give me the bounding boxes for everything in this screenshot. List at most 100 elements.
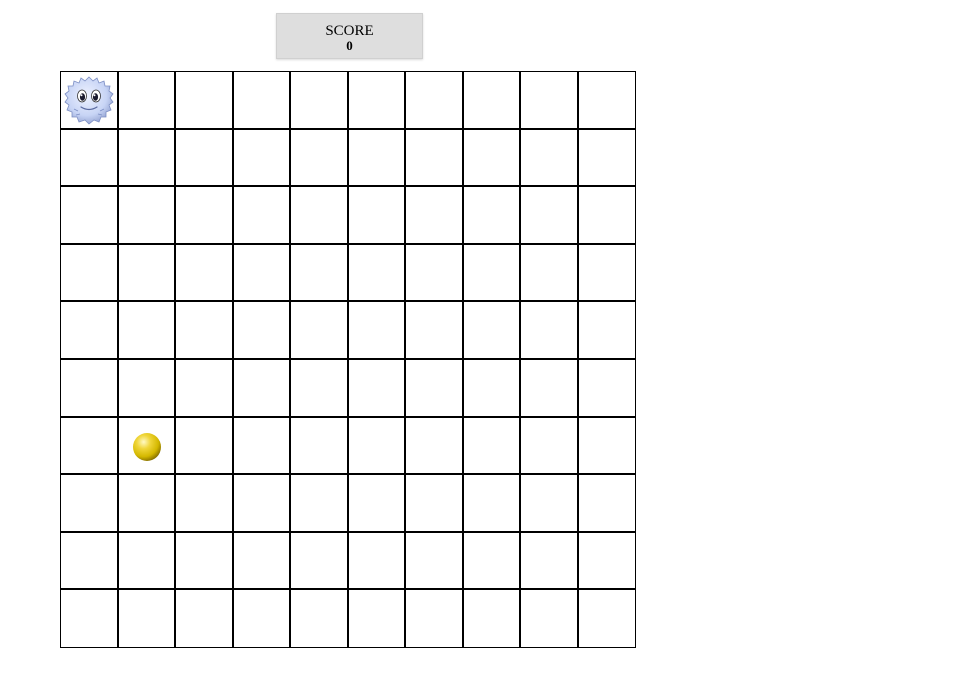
board-cell[interactable] — [578, 475, 636, 533]
board-cell[interactable] — [176, 359, 234, 418]
board-cell[interactable] — [521, 359, 579, 418]
board-cell[interactable] — [521, 417, 579, 476]
board-cell[interactable] — [233, 590, 291, 648]
board-cell[interactable] — [463, 244, 521, 303]
board-cell[interactable] — [176, 72, 234, 130]
board-cell[interactable] — [406, 417, 464, 476]
board-cell[interactable] — [406, 475, 464, 533]
board-cell[interactable] — [578, 129, 636, 188]
board-cell[interactable] — [233, 129, 291, 188]
board-cell[interactable] — [176, 244, 234, 303]
board-cell[interactable] — [348, 590, 406, 648]
board-cell[interactable] — [348, 187, 406, 245]
board-cell[interactable] — [61, 72, 119, 130]
board-cell[interactable] — [233, 359, 291, 418]
board-cell[interactable] — [348, 302, 406, 360]
board-cell[interactable] — [118, 244, 176, 303]
board-cell[interactable] — [348, 129, 406, 188]
board-cell[interactable] — [463, 590, 521, 648]
board-cell[interactable] — [463, 129, 521, 188]
board-cell[interactable] — [463, 72, 521, 130]
board-cell[interactable] — [406, 187, 464, 245]
board-cell[interactable] — [176, 532, 234, 591]
board-cell[interactable] — [463, 359, 521, 418]
board-cell[interactable] — [406, 244, 464, 303]
board-cell[interactable] — [291, 129, 349, 188]
board-cell[interactable] — [348, 244, 406, 303]
board-cell[interactable] — [291, 532, 349, 591]
board-cell[interactable] — [176, 475, 234, 533]
board-cell[interactable] — [406, 359, 464, 418]
board-cell[interactable] — [463, 302, 521, 360]
board-cell[interactable] — [406, 532, 464, 591]
board-cell[interactable] — [406, 302, 464, 360]
board-cell[interactable] — [521, 475, 579, 533]
board-cell[interactable] — [348, 532, 406, 591]
board-cell[interactable] — [291, 475, 349, 533]
board-cell[interactable] — [61, 302, 119, 360]
board-cell[interactable] — [578, 417, 636, 476]
board-cell[interactable] — [348, 475, 406, 533]
board-cell[interactable] — [176, 417, 234, 476]
board-cell[interactable] — [61, 417, 119, 476]
board-cell[interactable] — [348, 72, 406, 130]
board-cell[interactable] — [176, 590, 234, 648]
board-cell[interactable] — [578, 302, 636, 360]
board-cell[interactable] — [61, 475, 119, 533]
board-cell[interactable] — [291, 187, 349, 245]
board-cell[interactable] — [118, 417, 176, 476]
board-cell[interactable] — [233, 532, 291, 591]
board-cell[interactable] — [521, 129, 579, 188]
board-cell[interactable] — [348, 359, 406, 418]
board-cell[interactable] — [463, 475, 521, 533]
board-cell[interactable] — [61, 590, 119, 648]
board-cell[interactable] — [176, 187, 234, 245]
board-cell[interactable] — [118, 359, 176, 418]
board-cell[interactable] — [463, 187, 521, 245]
board-cell[interactable] — [578, 72, 636, 130]
board-cell[interactable] — [463, 532, 521, 591]
board-cell[interactable] — [291, 302, 349, 360]
board-cell[interactable] — [348, 417, 406, 476]
board-cell[interactable] — [521, 187, 579, 245]
board-cell[interactable] — [463, 417, 521, 476]
board-cell[interactable] — [61, 244, 119, 303]
board-cell[interactable] — [233, 187, 291, 245]
board-cell[interactable] — [521, 302, 579, 360]
board-cell[interactable] — [406, 129, 464, 188]
board-cell[interactable] — [291, 359, 349, 418]
board-cell[interactable] — [291, 417, 349, 476]
game-board[interactable] — [60, 71, 636, 648]
board-cell[interactable] — [118, 187, 176, 245]
board-cell[interactable] — [118, 72, 176, 130]
board-cell[interactable] — [61, 129, 119, 188]
board-cell[interactable] — [578, 359, 636, 418]
board-cell[interactable] — [406, 72, 464, 130]
board-cell[interactable] — [291, 244, 349, 303]
board-cell[interactable] — [521, 244, 579, 303]
board-cell[interactable] — [176, 129, 234, 188]
board-cell[interactable] — [118, 129, 176, 188]
board-cell[interactable] — [118, 590, 176, 648]
board-cell[interactable] — [61, 187, 119, 245]
board-cell[interactable] — [61, 359, 119, 418]
board-cell[interactable] — [118, 475, 176, 533]
board-cell[interactable] — [521, 590, 579, 648]
board-cell[interactable] — [291, 590, 349, 648]
board-cell[interactable] — [521, 72, 579, 130]
board-cell[interactable] — [118, 532, 176, 591]
board-cell[interactable] — [578, 187, 636, 245]
board-cell[interactable] — [233, 72, 291, 130]
board-cell[interactable] — [176, 302, 234, 360]
board-cell[interactable] — [291, 72, 349, 130]
board-cell[interactable] — [406, 590, 464, 648]
board-cell[interactable] — [233, 302, 291, 360]
board-cell[interactable] — [233, 244, 291, 303]
board-cell[interactable] — [578, 532, 636, 591]
board-cell[interactable] — [233, 417, 291, 476]
board-cell[interactable] — [233, 475, 291, 533]
board-cell[interactable] — [118, 302, 176, 360]
board-cell[interactable] — [578, 590, 636, 648]
board-cell[interactable] — [578, 244, 636, 303]
board-cell[interactable] — [61, 532, 119, 591]
